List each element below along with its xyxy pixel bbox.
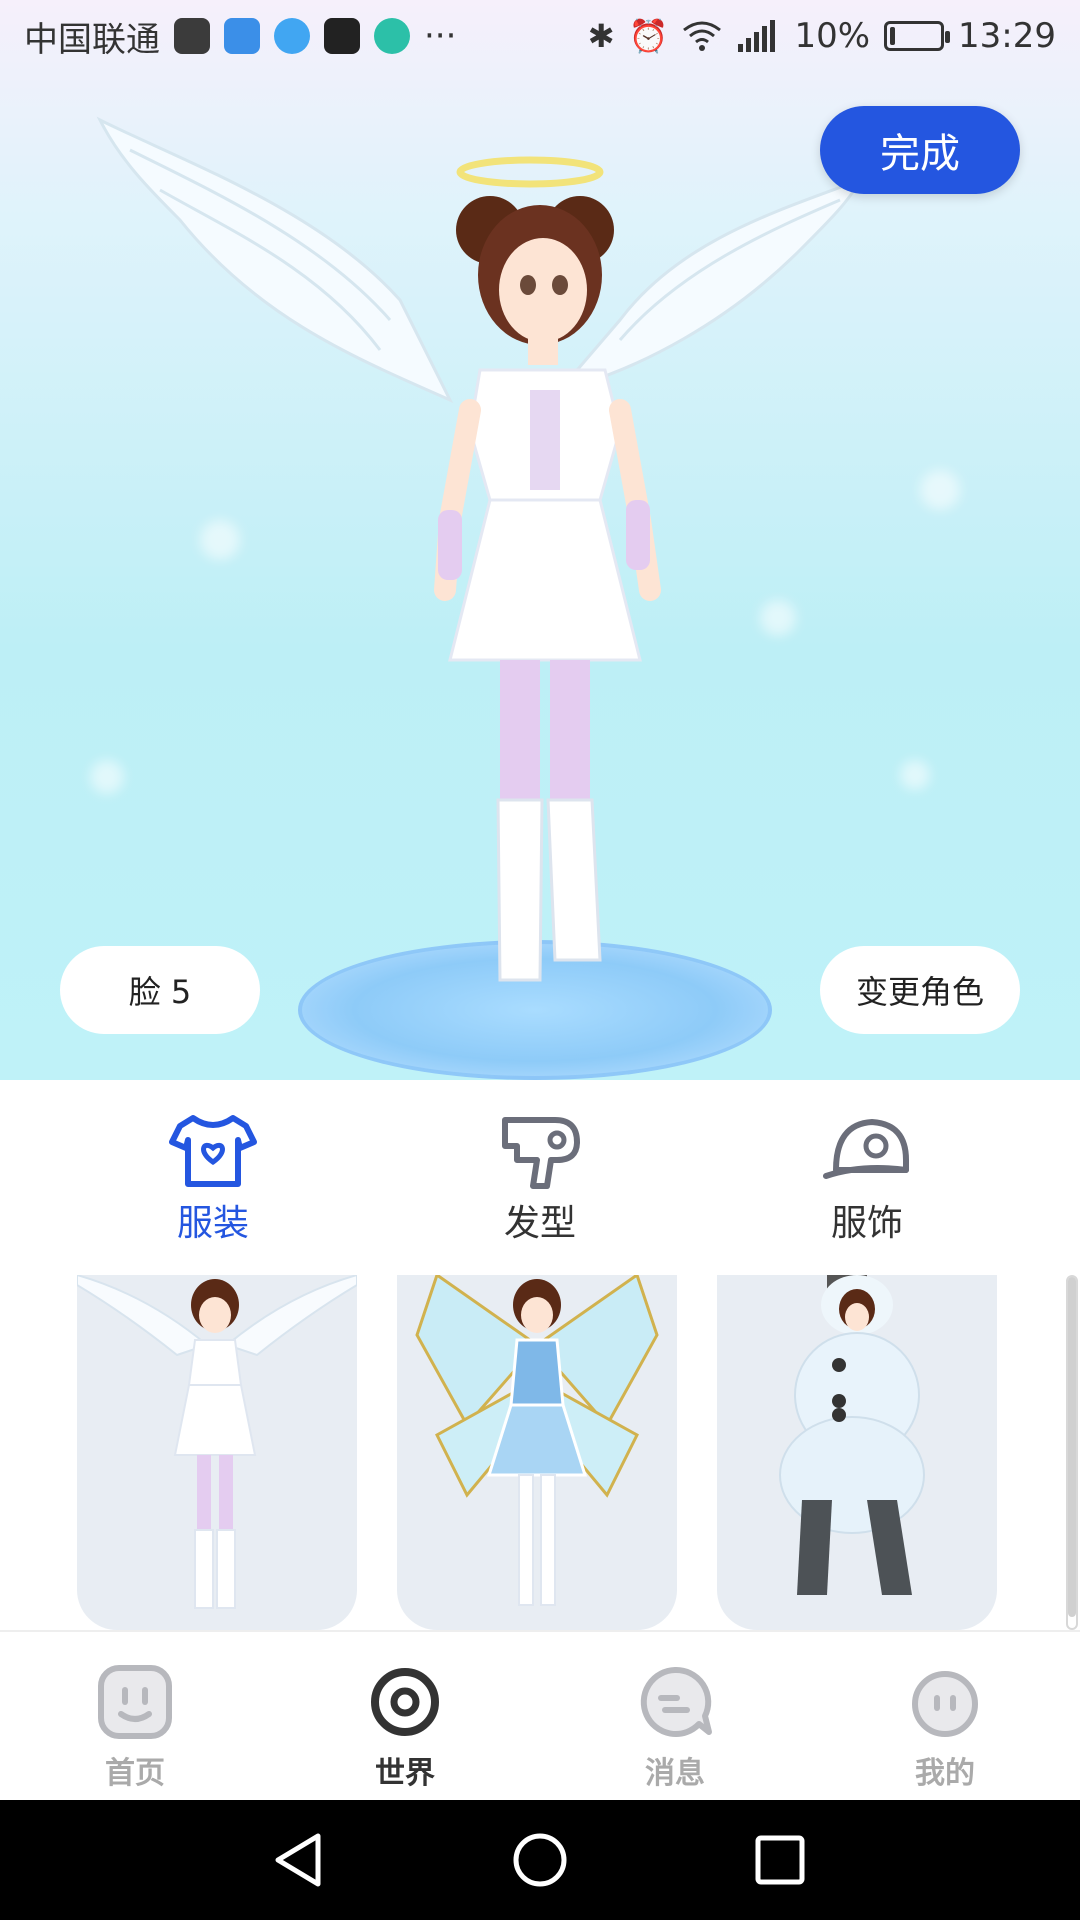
capcut-app-icon [324,18,360,54]
angel-outfit-thumbnail [77,1275,357,1609]
tab-hairstyle[interactable]: 发型 [460,1110,620,1246]
profile-face-icon [912,1671,978,1737]
face-select-button[interactable]: 脸 5 [60,946,260,1034]
angel-character-model [96,116,864,982]
nav-profile[interactable]: 我的 [865,1662,1025,1792]
shield-app-icon [224,18,260,54]
browser-app-icon [274,18,310,54]
carrier-name: 中国联通 [24,19,160,60]
wifi-icon [683,21,722,51]
change-character-button[interactable]: 变更角色 [820,946,1020,1034]
battery-icon [884,21,951,51]
status-right: ✱ ⏰ 10% 13:29 [588,16,1056,56]
tab-label: 服装 [176,1203,249,1244]
cap-icon [823,1119,909,1179]
tab-accessories[interactable]: 服饰 [787,1110,947,1246]
nav-world[interactable]: 世界 [325,1662,485,1792]
battery-level [890,27,896,45]
alarm-icon: ⏰ [628,17,669,55]
outfit-card-angel[interactable] [77,1275,357,1630]
hairdryer-icon [502,1117,580,1189]
outfit-list [0,1275,1080,1630]
tab-clothing[interactable]: 服装 [133,1110,293,1246]
status-bar: 中国联通 ··· ✱ ⏰ 10% 13:29 [0,0,1080,72]
outfit-card-snowman[interactable] [717,1275,997,1630]
nav-messages[interactable]: 消息 [595,1662,755,1792]
tab-label: 服饰 [830,1203,903,1244]
bottom-nav: 首页 世界 消息 我的 [0,1630,1080,1800]
more-notifications-icon: ··· [424,16,457,56]
nav-label: 世界 [375,1756,435,1791]
battery-percent: 10% [794,16,871,56]
outfit-card-fairy[interactable] [397,1275,677,1630]
system-navigation-bar [0,1800,1080,1920]
tab-label: 发型 [503,1203,576,1244]
back-icon[interactable] [270,1830,330,1890]
home-circle-icon[interactable] [510,1830,570,1890]
activity-app-icon [174,18,210,54]
world-ring-icon [371,1668,439,1736]
nav-home[interactable]: 首页 [55,1662,215,1792]
outfit-scroll-thumb[interactable] [1068,1277,1076,1617]
home-face-icon [98,1665,172,1739]
video-app-icon [374,18,410,54]
tshirt-icon [169,1115,257,1187]
signal-icon [738,20,776,52]
snowman-outfit-thumbnail [779,1275,925,1595]
status-left: 中国联通 ··· [24,12,456,61]
fairy-outfit-thumbnail [415,1275,659,1606]
category-tabs: 服装 发型 服饰 [0,1080,1080,1270]
character-preview[interactable]: 完成 脸 5 变更角色 [0,0,1080,1080]
clock: 13:29 [958,16,1056,56]
nav-label: 首页 [105,1756,165,1791]
nav-label: 我的 [915,1756,975,1791]
done-button[interactable]: 完成 [820,106,1020,194]
recents-square-icon[interactable] [750,1830,810,1890]
nav-label: 消息 [645,1756,705,1791]
message-bubble-icon [640,1666,712,1737]
bluetooth-icon: ✱ [587,17,615,55]
